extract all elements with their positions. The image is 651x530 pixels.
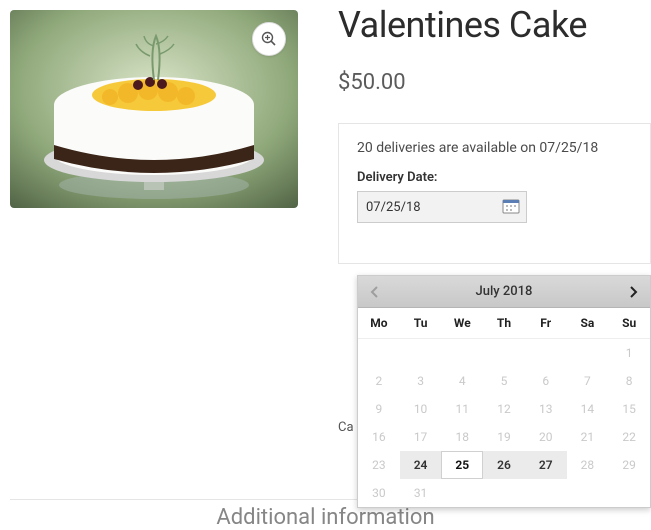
calendar-day: 2: [358, 367, 400, 395]
calendar-day: 23: [358, 451, 400, 479]
calendar-day: [400, 339, 442, 367]
chevron-right-icon: [627, 286, 639, 298]
calendar-dow: Fr: [525, 308, 567, 339]
calendar-day: [567, 479, 609, 507]
calendar-day: 10: [400, 395, 442, 423]
product-price: $50.00: [338, 70, 651, 95]
calendar-day: 21: [567, 423, 609, 451]
calendar-day: 19: [483, 423, 525, 451]
chevron-left-icon: [369, 286, 381, 298]
calendar-dow: Su: [608, 308, 650, 339]
delivery-panel: 20 deliveries are available on 07/25/18 …: [338, 123, 651, 264]
calendar-day: 17: [400, 423, 442, 451]
calendar-day: 31: [400, 479, 442, 507]
calendar-day: [483, 339, 525, 367]
calendar-day: 20: [525, 423, 567, 451]
product-title: Valentines Cake: [338, 4, 651, 46]
calendar-day: 9: [358, 395, 400, 423]
calendar-day: 28: [567, 451, 609, 479]
calendar-day: 30: [358, 479, 400, 507]
product-image[interactable]: [10, 10, 298, 208]
calendar-day-available[interactable]: 27: [525, 451, 567, 479]
magnify-plus-icon: [261, 31, 277, 47]
calendar-day-available[interactable]: 26: [483, 451, 525, 479]
calendar-day: 11: [441, 395, 483, 423]
calendar-dow: Tu: [400, 308, 442, 339]
calendar-day-available[interactable]: 24: [400, 451, 442, 479]
calendar-header: July 2018: [358, 276, 650, 308]
calendar-day: [483, 479, 525, 507]
calendar-day: 12: [483, 395, 525, 423]
calendar-day: 14: [567, 395, 609, 423]
calendar-dow: Th: [483, 308, 525, 339]
calendar-day: 4: [441, 367, 483, 395]
calendar-day: 5: [483, 367, 525, 395]
calendar-day: [567, 339, 609, 367]
additional-information-tab[interactable]: Additional information: [216, 505, 434, 530]
calendar-dow: Sa: [567, 308, 609, 339]
calendar-day: [358, 339, 400, 367]
calendar-day: [441, 339, 483, 367]
zoom-button[interactable]: [252, 22, 286, 56]
calendar-grid: MoTuWeThFrSaSu12345678910111213141516171…: [358, 308, 650, 507]
delivery-date-value: 07/25/18: [366, 200, 421, 215]
calendar-day-selected[interactable]: 25: [441, 451, 483, 479]
calendar-day: 18: [441, 423, 483, 451]
calendar-day: [525, 479, 567, 507]
category-label-truncated: Ca: [338, 420, 354, 435]
calendar-day: [525, 339, 567, 367]
calendar-day: 7: [567, 367, 609, 395]
calendar-icon: [502, 197, 520, 219]
calendar-dow: Mo: [358, 308, 400, 339]
calendar-day: 8: [608, 367, 650, 395]
calendar-day: 3: [400, 367, 442, 395]
calendar-next-button[interactable]: [622, 281, 644, 303]
calendar-day: [608, 479, 650, 507]
availability-message: 20 deliveries are available on 07/25/18: [357, 140, 632, 156]
calendar-month-label: July 2018: [476, 284, 533, 299]
delivery-date-label: Delivery Date:: [357, 170, 632, 185]
calendar-dow: We: [441, 308, 483, 339]
calendar-day: 29: [608, 451, 650, 479]
calendar-day: 16: [358, 423, 400, 451]
calendar-day: 22: [608, 423, 650, 451]
delivery-date-input[interactable]: 07/25/18: [357, 191, 527, 223]
calendar-prev-button: [364, 281, 386, 303]
calendar-day: 13: [525, 395, 567, 423]
calendar-day: 6: [525, 367, 567, 395]
calendar-day: [441, 479, 483, 507]
calendar-day: 15: [608, 395, 650, 423]
calendar-day: 1: [608, 339, 650, 367]
date-picker-popup: July 2018 MoTuWeThFrSaSu1234567891011121…: [357, 275, 651, 508]
